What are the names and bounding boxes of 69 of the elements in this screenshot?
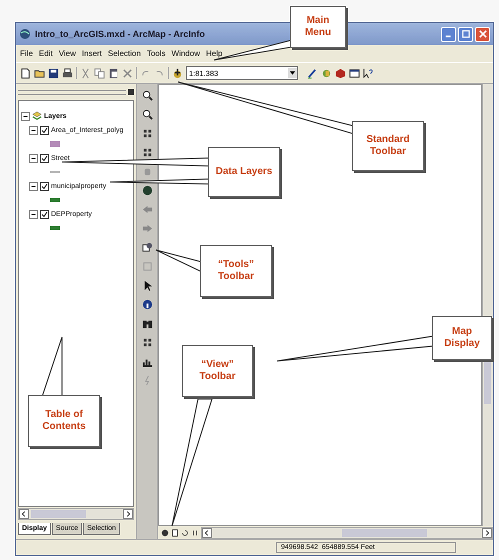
- menu-item[interactable]: View: [58, 49, 76, 58]
- leader-line: [156, 250, 202, 273]
- callout: Main Menu: [290, 6, 346, 48]
- binoculars-icon[interactable]: [142, 318, 152, 329]
- menu-item[interactable]: Tools: [146, 49, 166, 58]
- folder-icon[interactable]: [34, 68, 45, 78]
- point-symbol-icon: [49, 225, 61, 231]
- layers-icon: [32, 111, 42, 121]
- horizontal-scrollbar[interactable]: [18, 508, 134, 520]
- callout: Standard Toolbar: [352, 121, 424, 171]
- maximize-icon: [462, 30, 470, 38]
- zoom-out-icon[interactable]: [142, 109, 152, 120]
- menu-item[interactable]: Selection: [108, 49, 141, 58]
- copy-icon[interactable]: [94, 68, 105, 78]
- layer-checkbox[interactable]: [40, 182, 49, 190]
- dots-icon[interactable]: [142, 337, 152, 348]
- callout: Data Layers: [208, 147, 280, 197]
- collapse-icon[interactable]: [29, 182, 38, 190]
- vertical-scrollbar[interactable]: [482, 84, 493, 526]
- pencil-icon[interactable]: [307, 68, 318, 78]
- globe-icon[interactable]: [161, 528, 169, 536]
- layer-checkbox[interactable]: [40, 210, 49, 218]
- globe-icon[interactable]: [142, 185, 152, 196]
- window-title: Intro_to_ArcGIS.mxd - ArcMap - ArcInfo: [35, 29, 205, 39]
- close-icon: [478, 30, 486, 38]
- info-icon[interactable]: [142, 299, 152, 310]
- layer-checkbox[interactable]: [40, 126, 49, 134]
- pause-icon[interactable]: [191, 528, 199, 536]
- window-icon[interactable]: [349, 68, 360, 78]
- close-button[interactable]: [475, 26, 490, 42]
- menu-item[interactable]: Help: [206, 49, 222, 58]
- maximize-button[interactable]: [458, 26, 473, 42]
- callout: “View” Toolbar: [182, 345, 253, 397]
- menu-item[interactable]: Window: [172, 49, 200, 58]
- scroll-right-icon[interactable]: [123, 509, 133, 519]
- callout: Map Display: [432, 316, 492, 360]
- collapse-icon[interactable]: [29, 210, 38, 218]
- layer-checkbox[interactable]: [40, 154, 49, 162]
- help-icon[interactable]: [363, 68, 374, 78]
- point-symbol-icon: [49, 197, 61, 203]
- scroll-left-icon[interactable]: [202, 528, 212, 538]
- new-document-icon[interactable]: [20, 68, 31, 78]
- horizontal-scrollbar[interactable]: [201, 526, 493, 538]
- page-icon[interactable]: [171, 528, 179, 536]
- menu-item[interactable]: File: [20, 49, 33, 58]
- minimize-button[interactable]: [441, 26, 456, 42]
- leader-line: [41, 336, 62, 398]
- zoom-in-icon[interactable]: [142, 90, 152, 101]
- collapse-icon[interactable]: [21, 112, 30, 120]
- callout: Table of Contents: [28, 395, 100, 447]
- polygon-symbol-icon: [49, 140, 61, 148]
- add-data-icon[interactable]: [172, 68, 183, 78]
- printer-icon[interactable]: [62, 68, 73, 78]
- dots-icon[interactable]: [142, 128, 152, 139]
- dropdown-arrow-icon: [288, 68, 297, 78]
- scissors-icon[interactable]: [80, 68, 91, 78]
- collapse-icon[interactable]: [29, 126, 38, 134]
- dots-icon[interactable]: [142, 147, 152, 158]
- select-icon[interactable]: [142, 242, 152, 253]
- globe-icon: [19, 28, 31, 40]
- menu-item[interactable]: Insert: [82, 49, 102, 58]
- scroll-left-icon[interactable]: [19, 509, 29, 519]
- line-symbol-icon: [49, 170, 61, 174]
- menu-item[interactable]: Edit: [38, 49, 53, 58]
- save-icon[interactable]: [48, 68, 59, 78]
- collapse-icon[interactable]: [29, 154, 38, 162]
- refresh-icon[interactable]: [181, 528, 189, 536]
- scroll-right-icon[interactable]: [482, 528, 492, 538]
- callout: “Tools” Toolbar: [200, 245, 272, 297]
